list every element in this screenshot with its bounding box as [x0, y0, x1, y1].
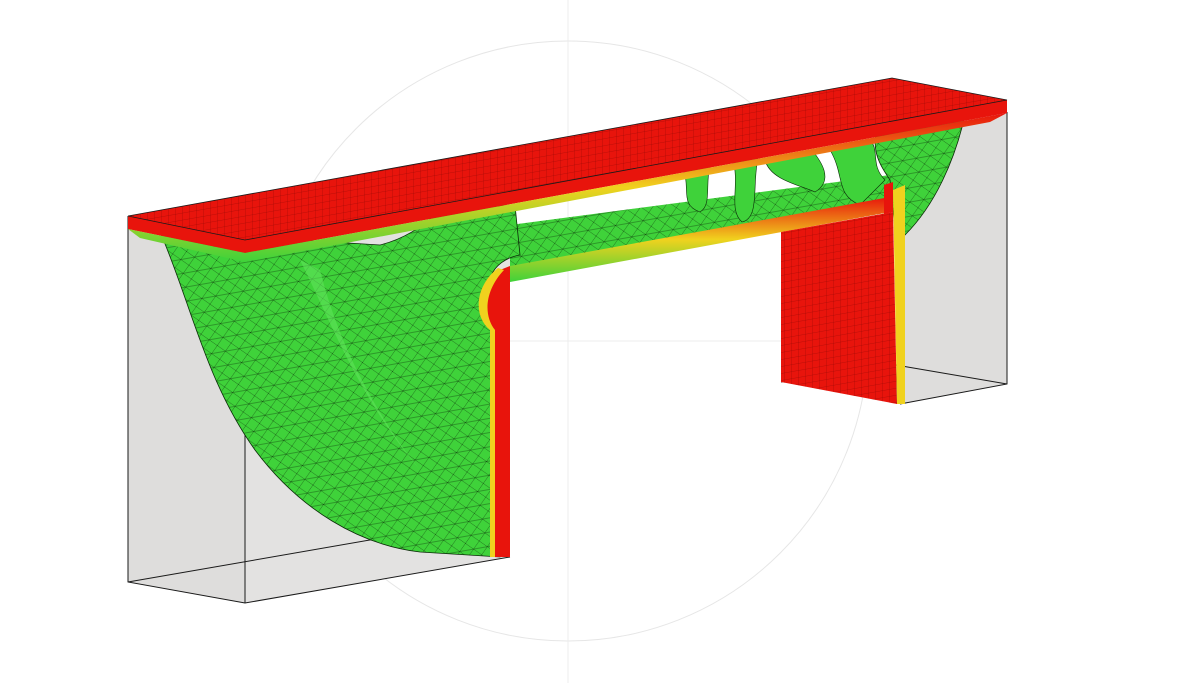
- right-pillar-grid: [781, 212, 897, 404]
- 3d-viewport[interactable]: [0, 0, 1188, 683]
- right-pillar-edge: [884, 182, 893, 214]
